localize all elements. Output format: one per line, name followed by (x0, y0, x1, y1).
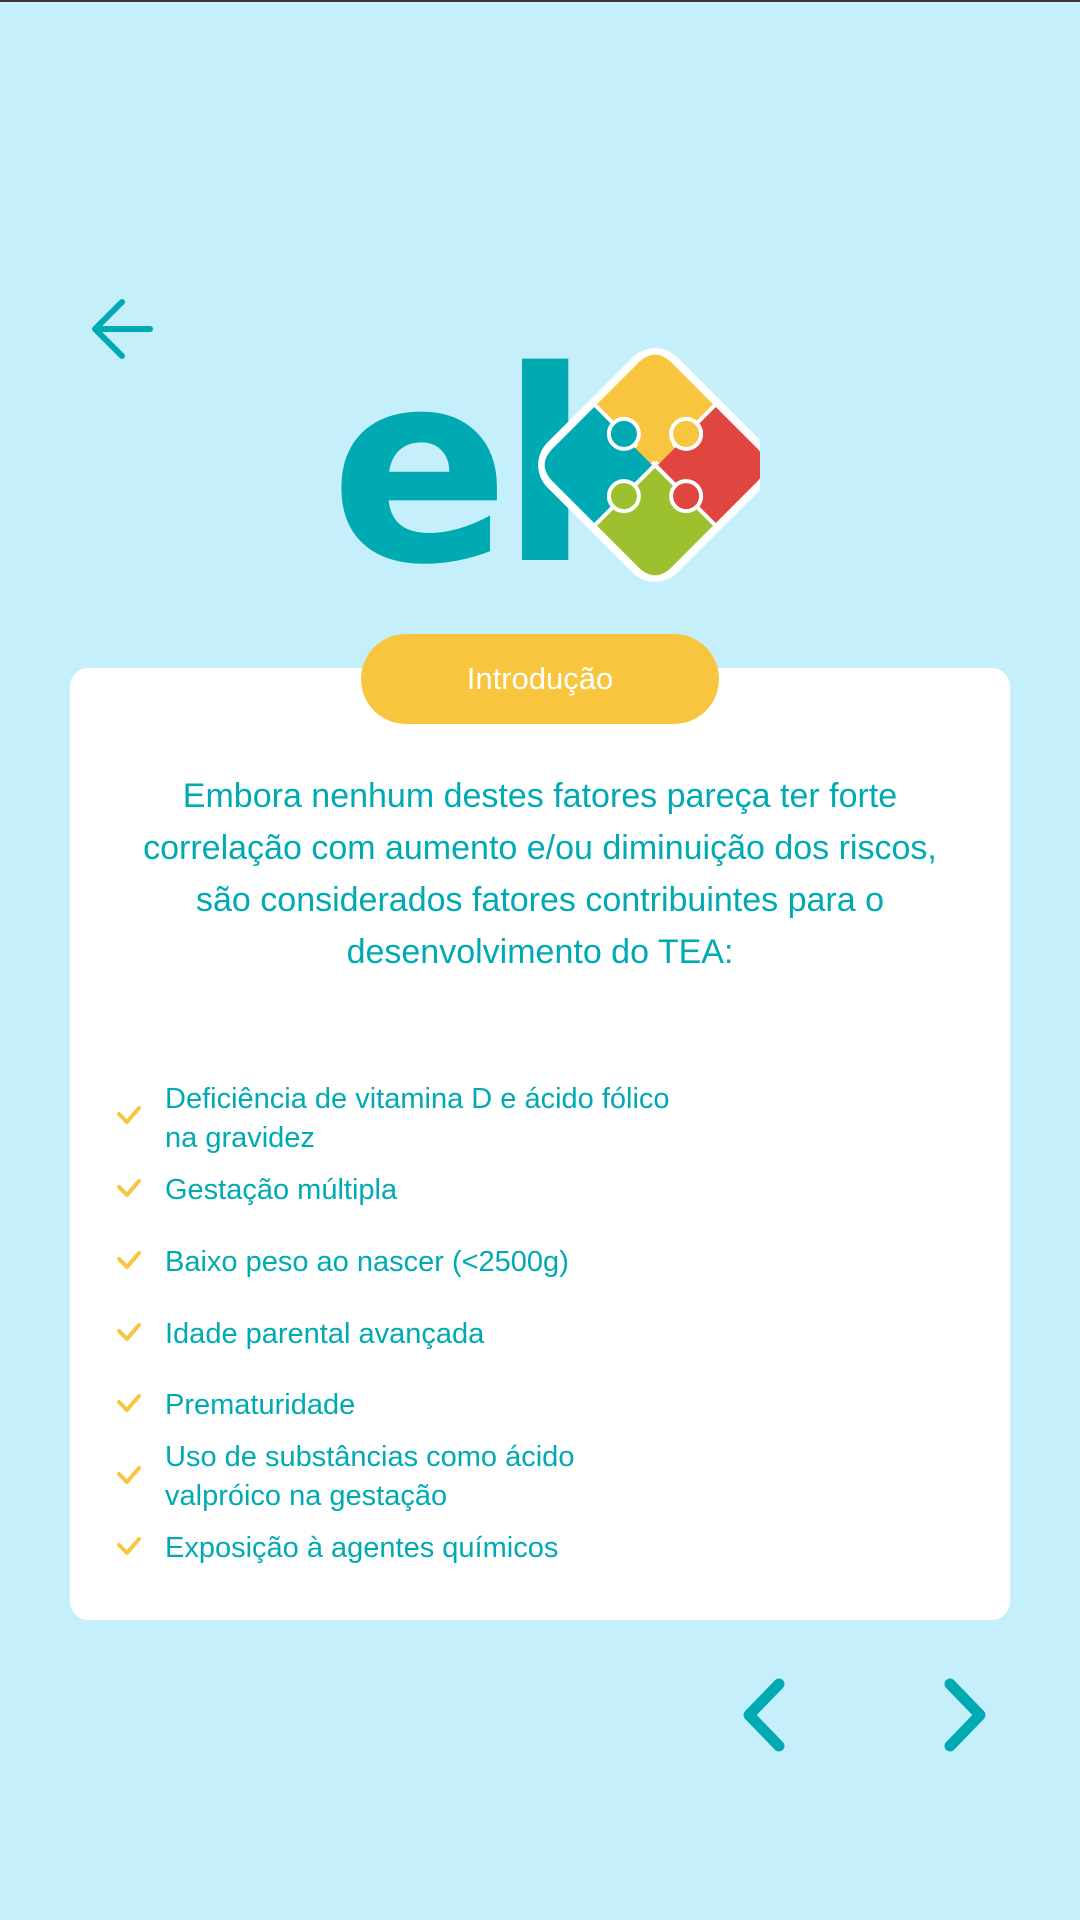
check-icon (117, 1323, 141, 1341)
check-icon (117, 1179, 141, 1197)
factor-label: Exposição à agentes químicos (165, 1532, 559, 1564)
intro-paragraph: Embora nenhum destes fatores pareça ter … (143, 777, 937, 971)
arrow-left-icon (92, 299, 153, 359)
app-logo: el (330, 315, 772, 623)
check-icon (117, 1106, 141, 1124)
back-button[interactable] (88, 292, 158, 362)
check-icon (117, 1251, 141, 1269)
factor-label: Gestação múltipla (165, 1174, 398, 1206)
section-title: Introdução (466, 661, 614, 696)
factor-label: Baixo peso ao nascer (<2500g) (165, 1246, 569, 1278)
factor-label: Deficiência de vitamina D e ácido fólico… (165, 1083, 670, 1154)
check-icon (117, 1394, 141, 1412)
check-icon (117, 1537, 141, 1555)
previous-page-button[interactable] (735, 1676, 793, 1754)
factor-label: Prematuridade (165, 1389, 356, 1421)
factor-label: Uso de substâncias como ácido valpróico … (165, 1441, 575, 1512)
status-bar-strip (0, 0, 1080, 2)
section-title-pill: Introdução (361, 634, 719, 724)
factor-label: Idade parental avançada (165, 1318, 485, 1350)
chevron-left-icon (743, 1678, 785, 1752)
chevron-right-icon (944, 1678, 986, 1752)
check-icon (117, 1466, 141, 1484)
next-page-button[interactable] (936, 1676, 994, 1754)
